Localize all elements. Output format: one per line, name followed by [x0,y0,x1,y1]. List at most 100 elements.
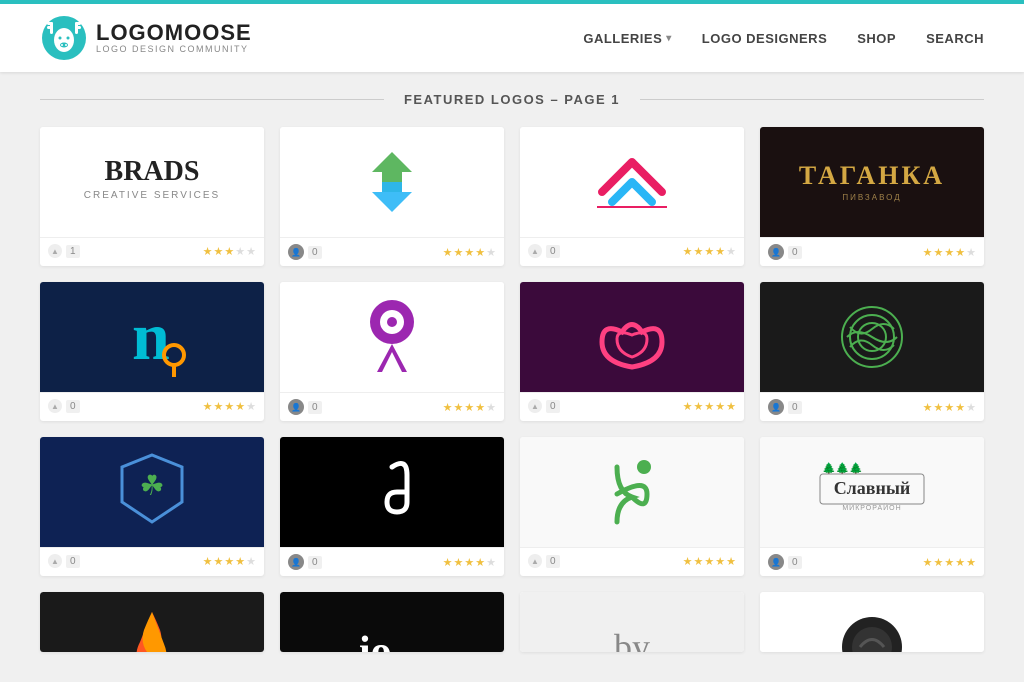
logo-card-footer: 👤0 ★★★★★ [760,237,984,266]
logo-card[interactable]: 🌲🌲🌲 Славный МИКРОРАЙОН 👤0★★★★★ [760,437,984,576]
logo-card[interactable]: 👤0 ★★★★★ [760,282,984,421]
star-1: ★ [203,555,213,568]
svg-text:ТАГАНКА: ТАГАНКА [799,161,945,190]
rating-stars[interactable]: ★★★★★ [683,555,736,568]
nav-search[interactable]: SEARCH [926,31,984,46]
logo-card-footer: ▲0 ★★★★★ [520,392,744,419]
logo-card-footer: ▲0 ★★★★★ [520,237,744,264]
logo-image: ☘ [40,437,264,547]
star-1: ★ [683,555,693,568]
star-5: ★ [246,245,256,258]
rating-stars[interactable]: ★★★★★ [443,401,496,414]
vote-count: 1 [66,245,80,258]
star-5: ★ [726,400,736,413]
logo-image [520,127,744,237]
star-3: ★ [224,555,234,568]
rating-stars[interactable]: ★★★★★ [923,556,976,569]
vote-up-icon[interactable]: ▲ [528,399,542,413]
logo-card[interactable]: n ▲0★★★★★ [40,282,264,421]
svg-text:BRADS: BRADS [105,156,200,187]
star-4: ★ [955,556,965,569]
logo-image: n [40,282,264,392]
star-3: ★ [704,400,714,413]
rating-stars[interactable]: ★★★★★ [683,400,736,413]
logo-name: LOGOMOOSE [96,22,252,44]
rating-stars[interactable]: ★★★★★ [683,245,736,258]
star-5: ★ [246,400,256,413]
vote-up-icon[interactable]: ▲ [528,554,542,568]
rating-stars[interactable]: ★★★★★ [443,246,496,259]
svg-text:n: n [132,298,170,374]
vote-count: 0 [788,556,802,569]
logo-card[interactable]: BRADSCREATIVE SERVICES▲1★★★★★ [40,127,264,266]
logo-card[interactable]: ▲0 ★★★★★ [520,282,744,421]
star-4: ★ [235,245,245,258]
logo-card-footer: 👤0★★★★★ [280,392,504,421]
vote-area: 👤0 [288,554,322,570]
logo-card[interactable]: 👤0 ★★★★★ [280,127,504,266]
logo-card[interactable]: ☘ ▲0★★★★★ [40,437,264,576]
logo-card[interactable]: by [520,592,744,652]
logo-card[interactable]: 👤0★★★★★ [280,282,504,421]
vote-count: 0 [788,401,802,414]
main-nav: GALLERIES ▾ LOGO DESIGNERS SHOP SEARCH [583,31,984,46]
svg-text:МИКРОРАЙОН: МИКРОРАЙОН [842,503,901,512]
logo-card-footer: 👤0★★★★★ [280,547,504,576]
logo-card[interactable]: io [280,592,504,652]
page-title-area: FEATURED LOGOS – PAGE 1 [40,92,984,107]
vote-area: 👤0 [288,244,322,260]
vote-area: ▲0 [528,399,560,413]
svg-text:☘: ☘ [139,470,164,501]
logo-card-footer: 👤0 ★★★★★ [280,237,504,266]
star-1: ★ [443,556,453,569]
logo-image [280,127,504,237]
star-3: ★ [944,246,954,259]
logo-image: by [520,592,744,652]
logo-card[interactable]: ▲0 ★★★★★ [520,127,744,266]
logo-card[interactable]: 👤0★★★★★ [280,437,504,576]
star-5: ★ [726,555,736,568]
rating-stars[interactable]: ★★★★★ [203,245,256,258]
rating-stars[interactable]: ★★★★★ [443,556,496,569]
site-logo[interactable]: LOGOMOOSE LOGO DESIGN COMMUNITY [40,14,252,62]
star-2: ★ [694,245,704,258]
rating-stars[interactable]: ★★★★★ [923,401,976,414]
star-2: ★ [694,400,704,413]
nav-galleries[interactable]: GALLERIES ▾ [583,31,671,46]
vote-area: 👤0 [768,399,802,415]
star-1: ★ [203,400,213,413]
rating-stars[interactable]: ★★★★★ [203,555,256,568]
star-1: ★ [443,401,453,414]
logo-card[interactable]: ▲0★★★★★ [520,437,744,576]
svg-text:🌲🌲🌲: 🌲🌲🌲 [822,462,863,475]
star-2: ★ [934,246,944,259]
header: LOGOMOOSE LOGO DESIGN COMMUNITY GALLERIE… [0,0,1024,72]
star-3: ★ [704,245,714,258]
vote-up-icon[interactable]: ▲ [48,244,62,258]
star-2: ★ [934,556,944,569]
vote-area: 👤0 [768,554,802,570]
logo-card-footer: ▲0★★★★★ [40,392,264,419]
vote-up-icon[interactable]: ▲ [48,399,62,413]
logo-card[interactable] [760,592,984,652]
logo-card[interactable]: ТАГАНКАПИВЗАВОД👤0★★★★★ [760,127,984,266]
star-2: ★ [214,555,224,568]
logo-image [280,282,504,392]
title-divider-right [640,99,984,100]
nav-shop[interactable]: SHOP [857,31,896,46]
star-5: ★ [486,556,496,569]
nav-logo-designers[interactable]: LOGO DESIGNERS [702,31,827,46]
vote-up-icon[interactable]: ▲ [528,244,542,258]
star-5: ★ [966,556,976,569]
rating-stars[interactable]: ★★★★★ [923,246,976,259]
vote-area: 👤0 [768,244,802,260]
star-5: ★ [246,555,256,568]
rating-stars[interactable]: ★★★★★ [203,400,256,413]
star-3: ★ [704,555,714,568]
star-5: ★ [486,401,496,414]
svg-text:io: io [359,629,392,652]
star-1: ★ [923,246,933,259]
vote-up-icon[interactable]: ▲ [48,554,62,568]
logo-card[interactable] [40,592,264,652]
vote-area: ▲0 [528,244,560,258]
